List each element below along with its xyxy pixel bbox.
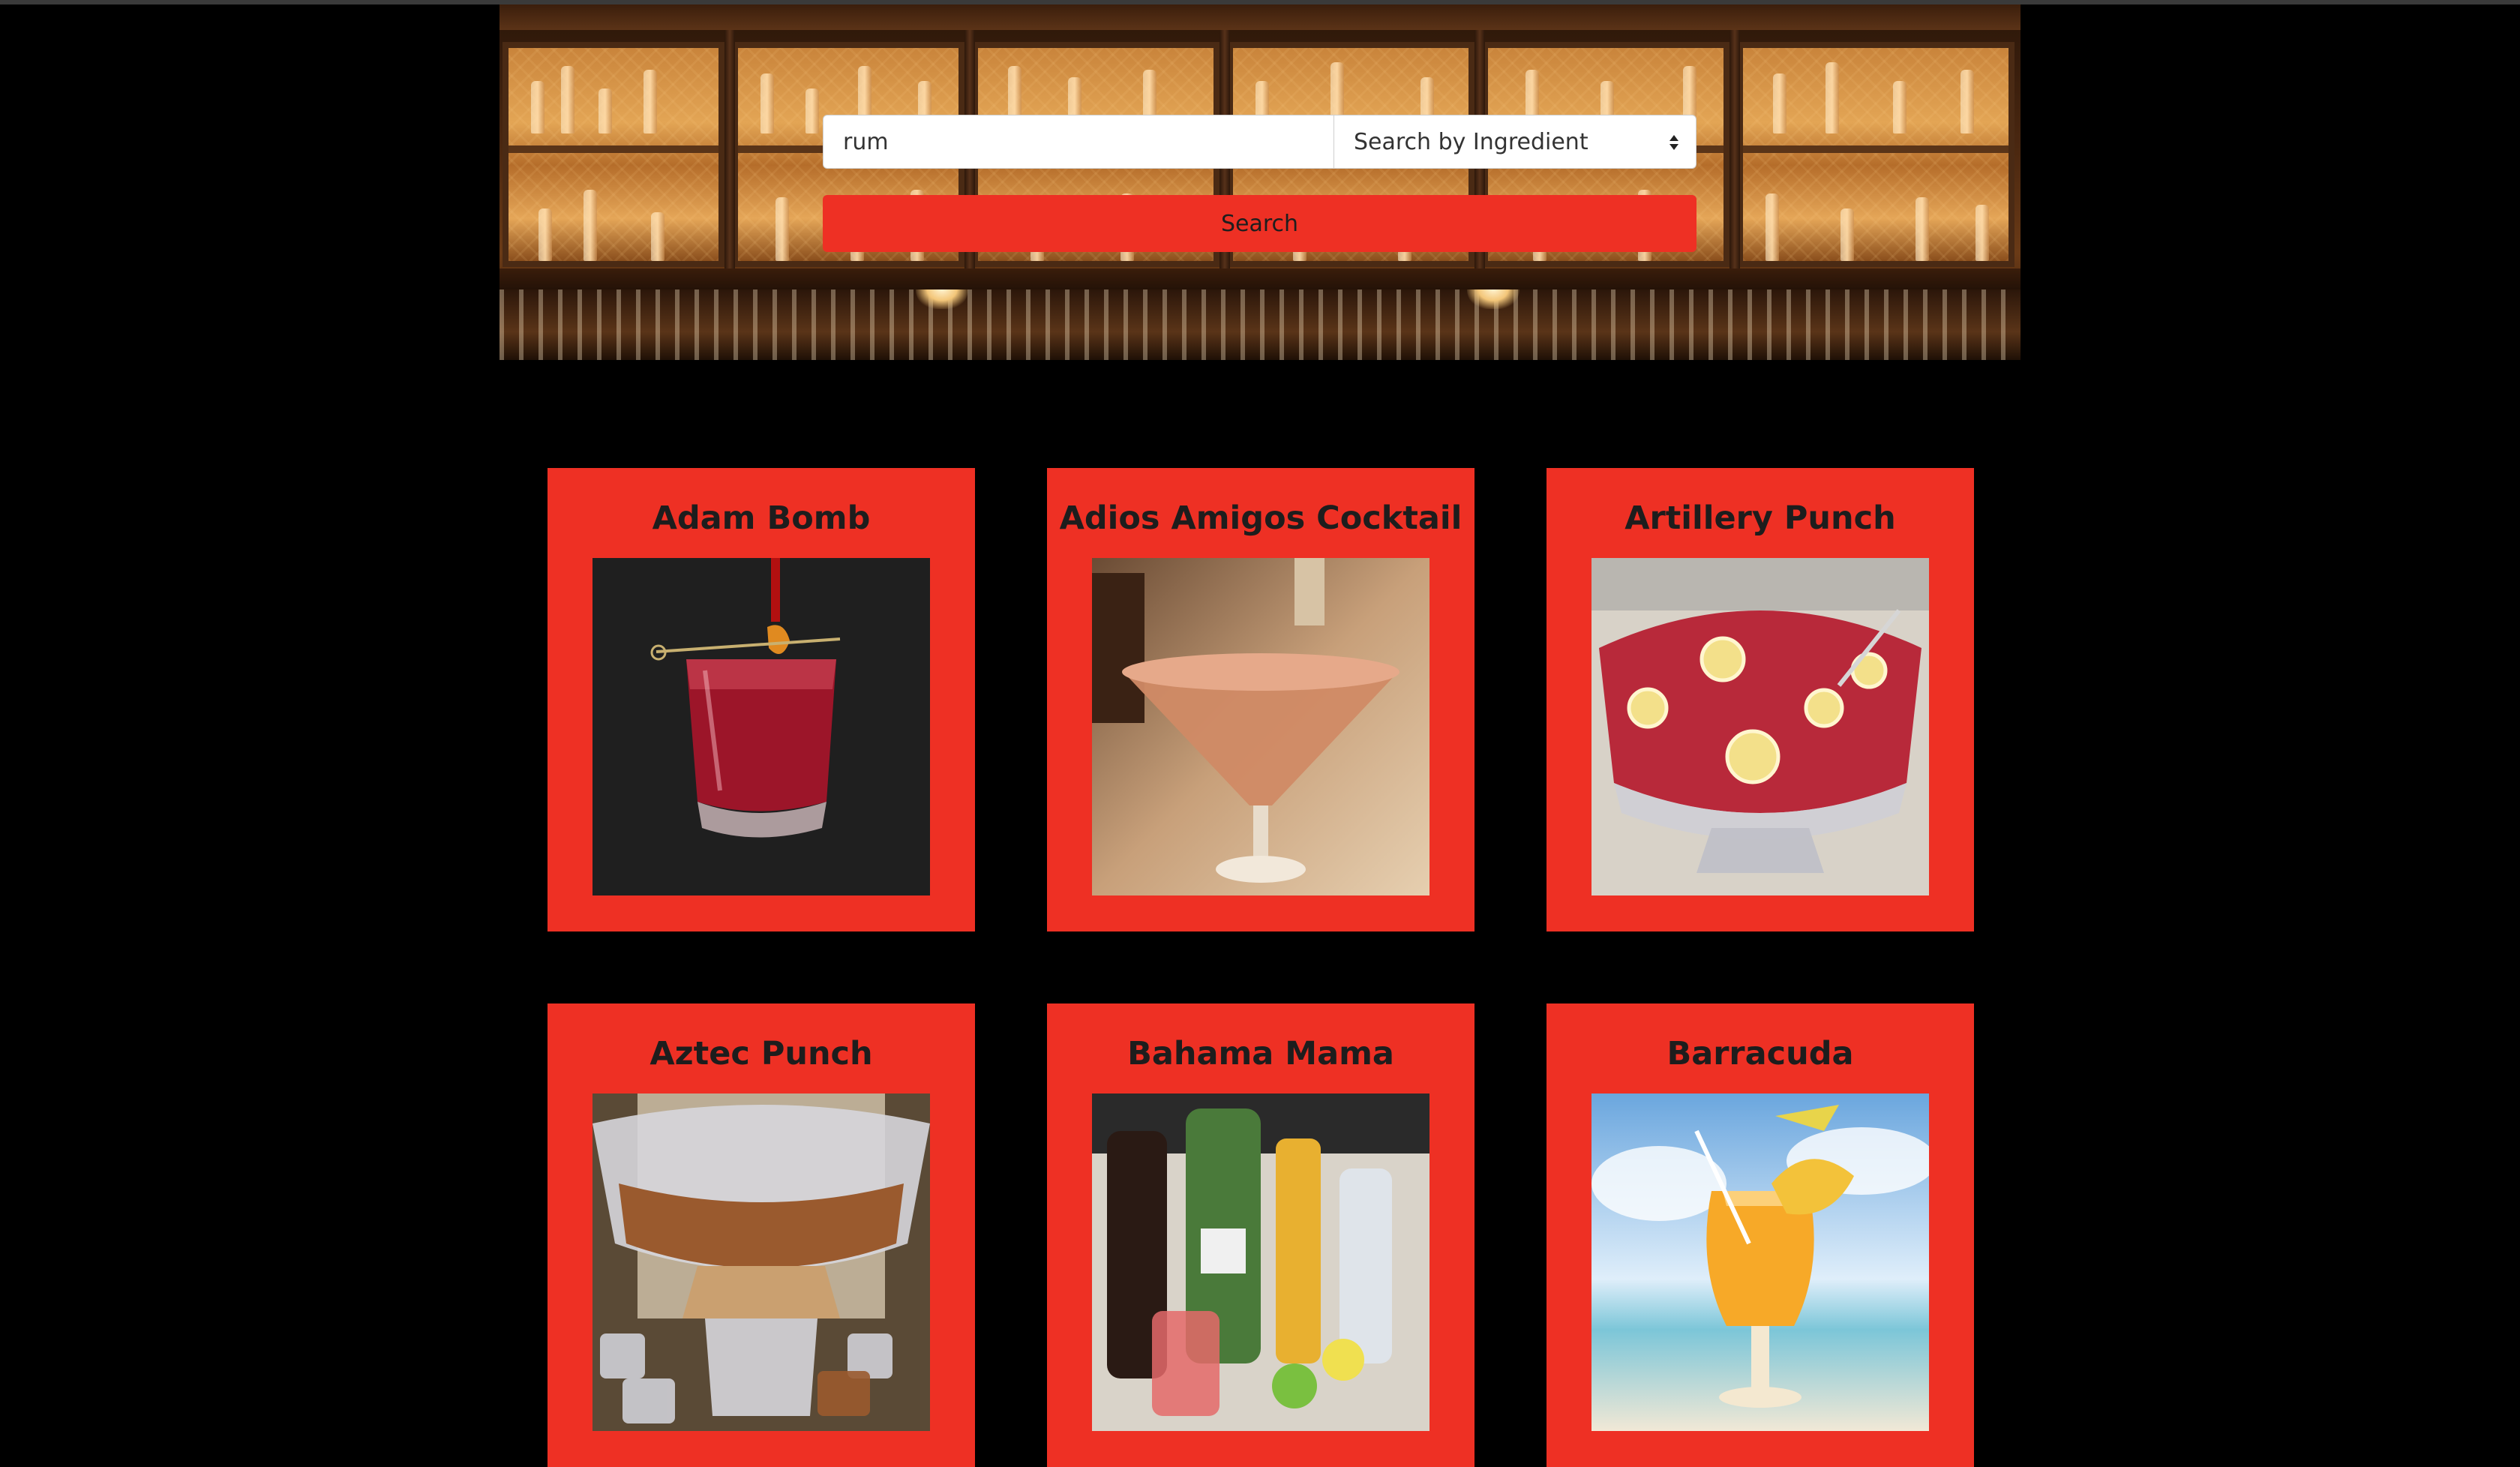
crystal-punch-bowl-photo[interactable] [592, 1094, 930, 1431]
cocktail-rocks-glass-photo[interactable] [592, 558, 930, 896]
hurricane-glass-photo[interactable] [1592, 1094, 1929, 1431]
drink-card[interactable]: Adios Amigos Cocktail [1047, 468, 1474, 932]
search-button[interactable]: Search [823, 195, 1696, 252]
drink-title: Bahama Mama [1127, 1035, 1394, 1072]
hero-cabinet [502, 42, 724, 267]
punch-bowl-photo[interactable] [1592, 558, 1929, 896]
drink-card[interactable]: Bahama Mama [1047, 1004, 1474, 1467]
hero-cabinet [1737, 42, 2014, 267]
drink-title: Artillery Punch [1624, 500, 1896, 537]
drink-card[interactable]: Aztec Punch [548, 1004, 975, 1467]
hero-beam [500, 268, 2020, 290]
drink-card[interactable]: Barracuda [1546, 1004, 1974, 1467]
hero-glass-rack [500, 290, 2020, 360]
search-mode-selected-label: Search by Ingredient [1354, 128, 1588, 155]
drink-title: Adios Amigos Cocktail [1059, 500, 1462, 537]
select-arrows-icon [1670, 135, 1678, 150]
drink-title: Barracuda [1666, 1035, 1854, 1072]
drink-card[interactable]: Adam Bomb [548, 468, 975, 932]
hero-beam [500, 4, 2020, 30]
hero-banner [500, 4, 2020, 360]
drink-card[interactable]: Artillery Punch [1546, 468, 1974, 932]
search-mode-select[interactable]: Search by Ingredient [1334, 115, 1696, 169]
search-form: Search by Ingredient [823, 115, 1696, 169]
bottles-and-glass-photo[interactable] [1092, 1094, 1430, 1431]
martini-glass-photo[interactable] [1092, 558, 1430, 896]
drink-title: Aztec Punch [650, 1035, 873, 1072]
search-input[interactable] [823, 115, 1334, 169]
drink-title: Adam Bomb [652, 500, 871, 537]
